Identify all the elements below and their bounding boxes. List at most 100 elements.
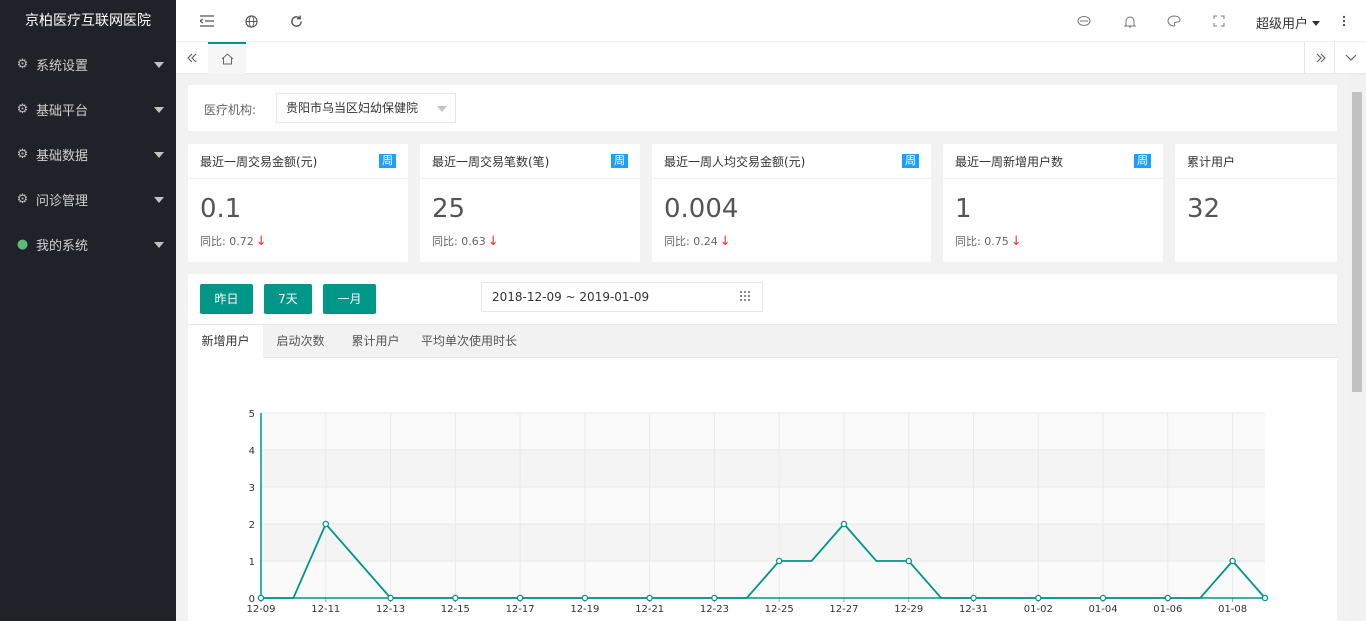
down-arrow-icon: ↓ — [1010, 234, 1022, 249]
divider — [652, 178, 931, 179]
grid-band — [261, 524, 1265, 561]
caret-down-icon — [154, 197, 164, 203]
scrollbar-thumb[interactable] — [1352, 92, 1362, 392]
page-scrollbar[interactable] — [1348, 74, 1366, 621]
x-tick-label: 12-09 — [246, 604, 275, 615]
divider — [420, 178, 640, 179]
calendar-icon — [740, 291, 750, 301]
data-point — [1164, 594, 1172, 602]
card-title: 最近一周交易金额(元) — [200, 155, 318, 169]
sidebar-item-consultation[interactable]: ⚙ 问诊管理 — [0, 177, 176, 222]
grid-band — [261, 413, 1265, 450]
sidebar-item-base-platform[interactable]: ⚙ 基础平台 — [0, 87, 176, 132]
divider — [1175, 178, 1337, 179]
tab-total-users[interactable]: 累计用户 — [338, 325, 413, 358]
sidebar-item-label: 问诊管理 — [36, 194, 89, 209]
chart-panel: 昨日 7天 一月 2018-12-09 ~ 2019-01-09 新增用户 启动… — [188, 274, 1337, 621]
theme-icon[interactable] — [1076, 13, 1092, 29]
card-yoy: 同比: 0.75 ↓ — [955, 233, 1022, 249]
seven-days-button[interactable]: 7天 — [264, 284, 312, 314]
down-arrow-icon: ↓ — [255, 234, 267, 249]
refresh-icon[interactable] — [288, 13, 304, 29]
caret-down-icon — [437, 106, 447, 112]
stat-card-weekly-new-users: 最近一周新增用户数 周 1 同比: 0.75 ↓ — [943, 144, 1163, 262]
data-point — [516, 594, 524, 602]
data-point — [1229, 557, 1236, 565]
card-title: 最近一周交易笔数(笔) — [432, 155, 550, 169]
institution-select[interactable]: 贵阳市乌当区妇幼保健院 — [276, 93, 456, 123]
sidebar-item-label: 系统设置 — [36, 59, 89, 74]
sidebar-item-label: 我的系统 — [36, 239, 89, 254]
yesterday-button[interactable]: 昨日 — [200, 284, 253, 314]
menu-fold-icon[interactable] — [199, 13, 215, 29]
card-value: 0.004 — [664, 194, 739, 224]
x-tick-label: 12-21 — [635, 604, 664, 615]
main-content: 医疗机构: 贵阳市乌当区妇幼保健院 最近一周交易金额(元) 周 0.1 同比: … — [176, 75, 1348, 621]
new-users-line-chart: 01234512-09 12-11 12-13 12-15 12-17 12-19 12-2… — [246, 409, 1269, 615]
x-tick-label: 12-23 — [700, 604, 729, 615]
data-point — [905, 557, 912, 565]
tab-launch-count[interactable]: 启动次数 — [263, 325, 338, 358]
data-point — [257, 594, 265, 602]
y-tick-label: 2 — [249, 520, 255, 531]
page-tabs-bar — [176, 42, 1366, 74]
yoy-text: 同比: 0.24 — [664, 235, 718, 248]
user-menu[interactable]: 超级用户 — [1256, 13, 1320, 32]
date-range-value: 2018-12-09 ~ 2019-01-09 — [492, 290, 650, 304]
down-arrow-icon: ↓ — [719, 234, 731, 249]
x-tick-label: 12-31 — [959, 604, 988, 615]
bell-icon[interactable] — [1122, 13, 1138, 29]
data-point — [711, 594, 718, 602]
tabs-scroll-right-icon[interactable] — [1304, 42, 1336, 74]
card-yoy: 同比: 0.72 ↓ — [200, 233, 267, 249]
one-month-button[interactable]: 一月 — [323, 284, 376, 314]
data-point — [840, 520, 848, 528]
tab-avg-session-duration[interactable]: 平均单次使用时长 — [413, 325, 525, 358]
x-tick-label: 01-08 — [1218, 604, 1247, 615]
date-range-input[interactable]: 2018-12-09 ~ 2019-01-09 — [481, 282, 763, 312]
x-tick-label: 12-13 — [376, 604, 405, 615]
sidebar-item-base-data[interactable]: ⚙ 基础数据 — [0, 132, 176, 177]
x-tick-label: 12-29 — [894, 604, 923, 615]
yoy-text: 同比: 0.63 — [432, 235, 486, 248]
week-badge: 周 — [611, 154, 628, 168]
card-title: 累计用户 — [1187, 155, 1236, 169]
y-tick-label: 5 — [249, 409, 255, 420]
stat-card-weekly-amount: 最近一周交易金额(元) 周 0.1 同比: 0.72 ↓ — [188, 144, 408, 262]
card-value: 25 — [432, 194, 466, 224]
divider — [188, 178, 408, 179]
card-value: 1 — [955, 194, 972, 224]
caret-down-icon — [154, 242, 164, 248]
globe-icon[interactable] — [243, 13, 259, 29]
tabs-scroll-left-icon[interactable] — [176, 42, 208, 74]
data-point — [1099, 594, 1107, 602]
fullscreen-icon[interactable] — [1211, 13, 1227, 29]
tab-home[interactable] — [208, 42, 246, 74]
divider — [943, 178, 1163, 179]
home-icon — [221, 53, 233, 65]
stat-card-weekly-avg-amount: 最近一周人均交易金额(元) 周 0.004 同比: 0.24 ↓ — [652, 144, 931, 262]
x-tick-label: 12-19 — [570, 604, 599, 615]
x-tick-label: 01-04 — [1089, 604, 1118, 615]
data-point — [387, 594, 394, 602]
x-tick-label: 12-17 — [506, 604, 535, 615]
institution-select-value: 贵阳市乌当区妇幼保健院 — [286, 101, 419, 115]
x-tick-label: 12-11 — [311, 604, 340, 615]
down-arrow-icon: ↓ — [487, 234, 499, 249]
gear-icon: ⚙ — [16, 147, 29, 162]
grid-band — [261, 450, 1265, 487]
data-point — [322, 520, 330, 528]
sidebar: 京柏医疗互联网医院 ⚙ 系统设置 ⚙ 基础平台 ⚙ 基础数据 ⚙ 问诊管理 ● … — [0, 0, 176, 621]
sidebar-item-my-system[interactable]: ● 我的系统 — [0, 222, 176, 267]
more-vertical-icon[interactable] — [1336, 13, 1352, 29]
palette-icon[interactable] — [1166, 13, 1182, 29]
caret-down-icon — [154, 152, 164, 158]
gear-icon: ⚙ — [16, 192, 29, 207]
data-point — [1261, 594, 1269, 602]
tab-new-users[interactable]: 新增用户 — [188, 325, 263, 359]
user-name: 超级用户 — [1255, 17, 1308, 32]
tabs-menu-chevron-down-icon[interactable] — [1334, 42, 1366, 74]
app-title: 京柏医疗互联网医院 — [25, 13, 151, 29]
sidebar-item-system-settings[interactable]: ⚙ 系统设置 — [0, 42, 176, 87]
week-badge: 周 — [379, 154, 396, 168]
